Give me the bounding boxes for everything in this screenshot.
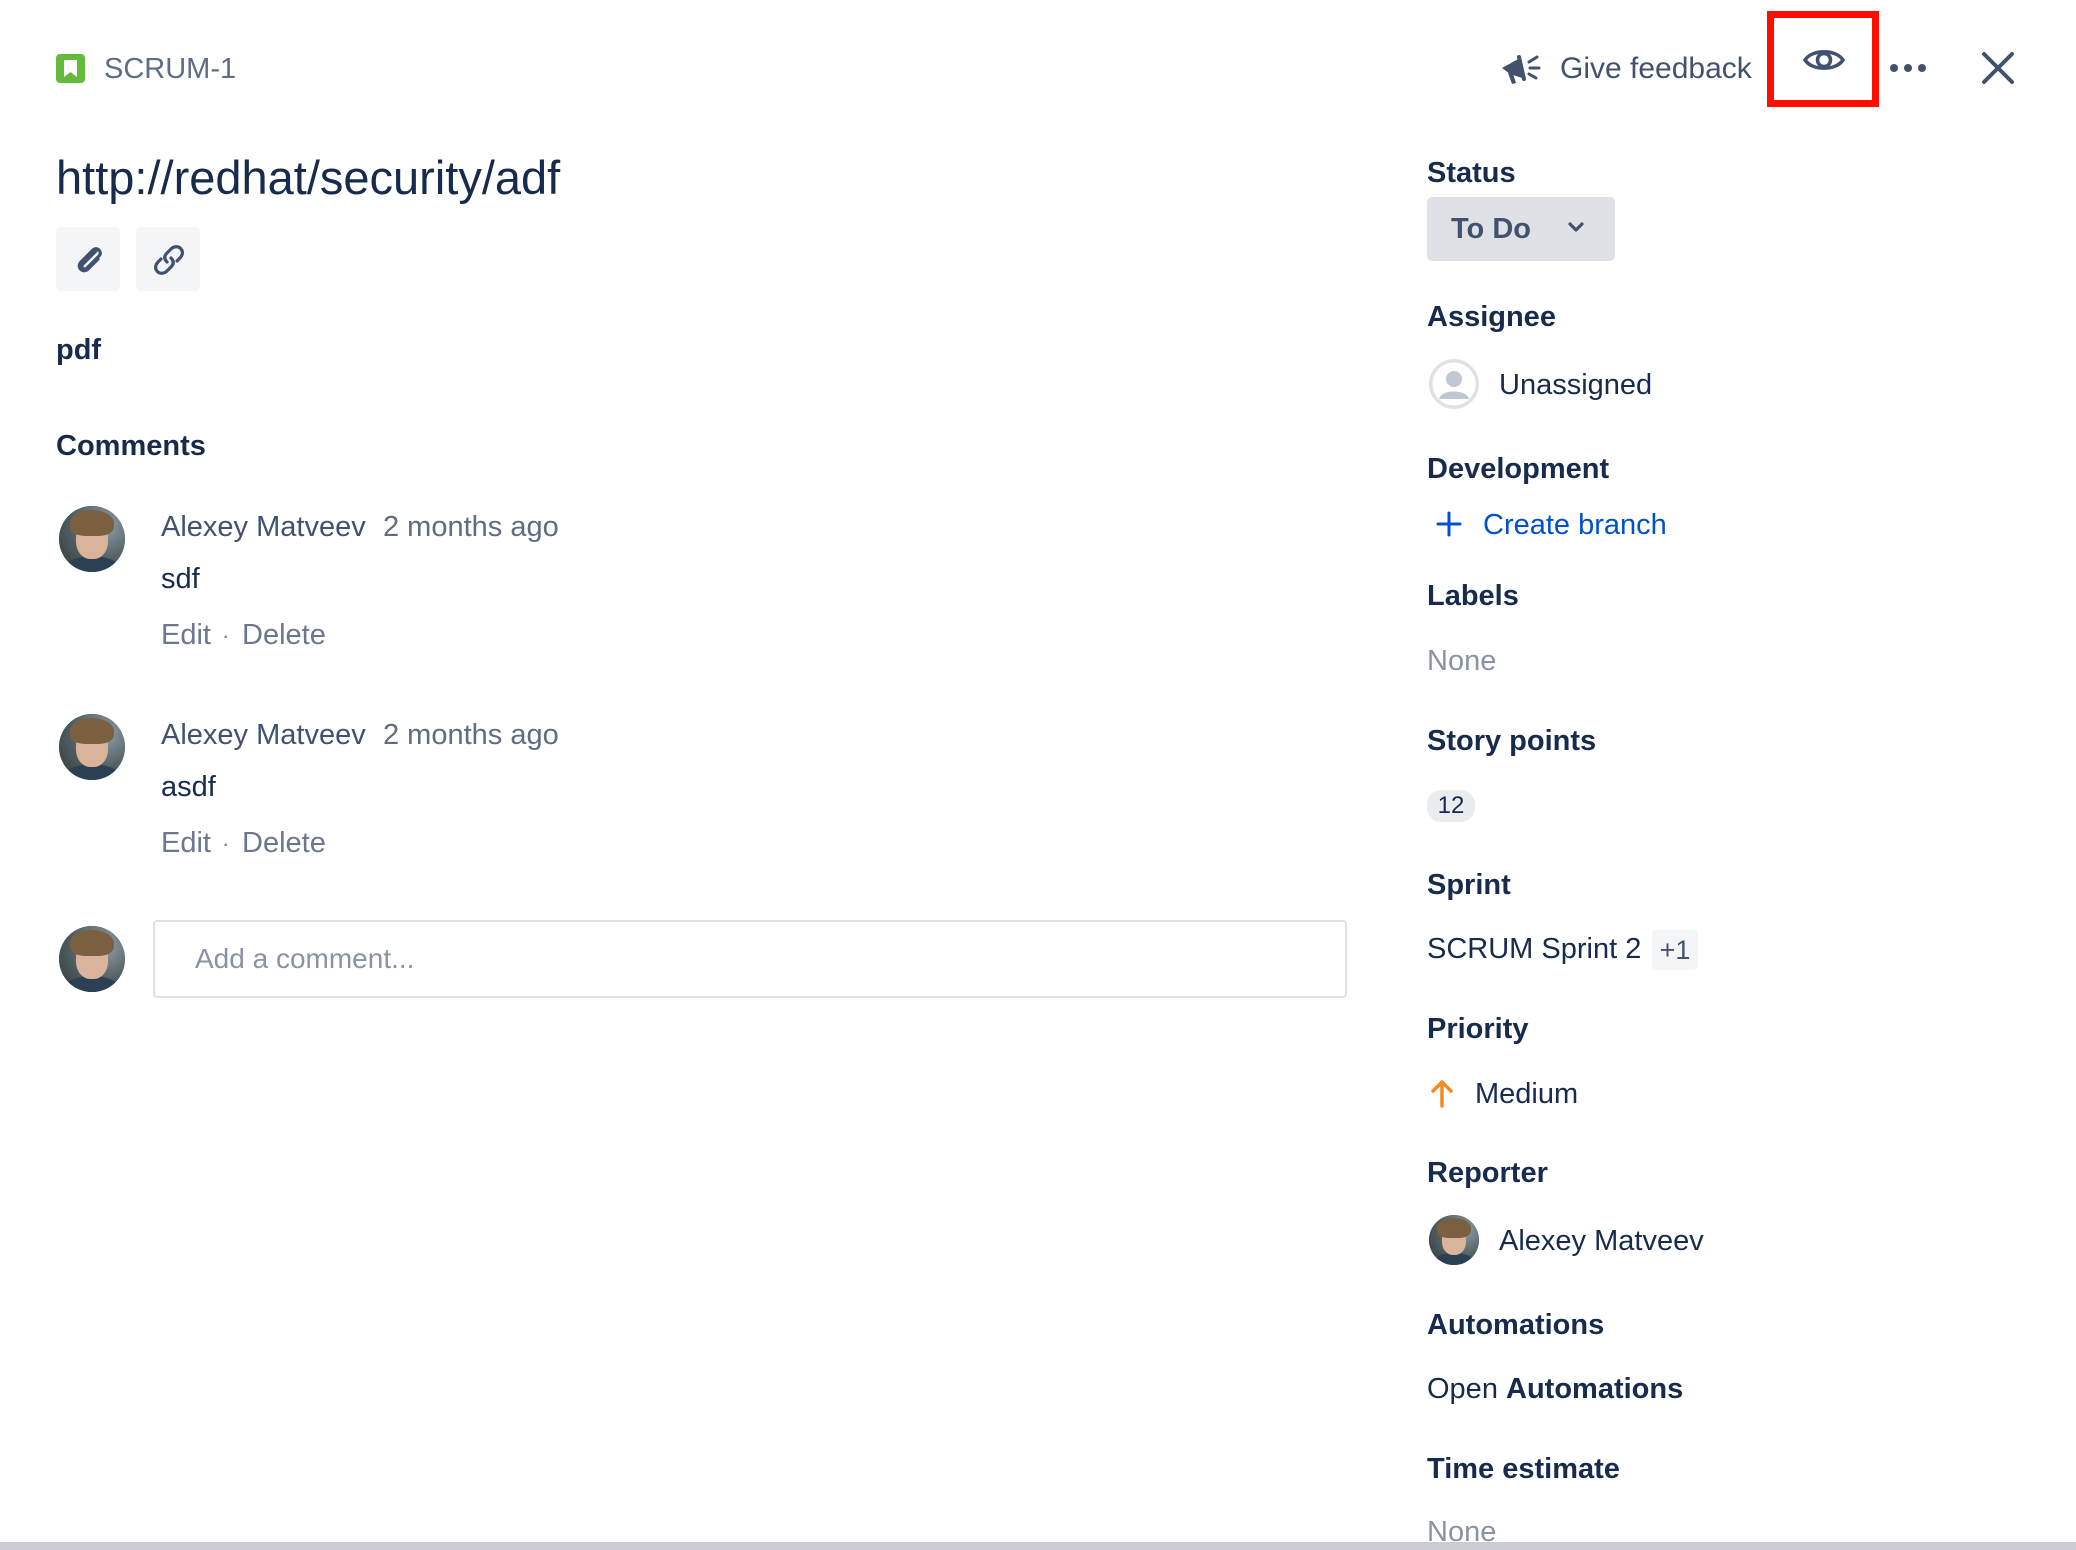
development-label: Development xyxy=(1427,453,1610,485)
unassigned-avatar-icon[interactable] xyxy=(1429,359,1479,409)
comments-heading: Comments xyxy=(56,430,206,462)
open-automations-link[interactable]: Open Automations xyxy=(1427,1375,1683,1404)
eye-icon xyxy=(1802,50,1846,70)
bottom-border xyxy=(0,1542,2076,1550)
issue-detail-panel: SCRUM-1 Give feedback http://redhat/secu… xyxy=(0,0,2076,1550)
time-estimate-label: Time estimate xyxy=(1427,1453,1620,1485)
add-comment-input[interactable] xyxy=(153,920,1347,998)
delete-comment-button[interactable]: Delete xyxy=(242,621,326,650)
close-button[interactable] xyxy=(1978,48,2018,88)
comment-timestamp: 2 months ago xyxy=(383,511,559,543)
watch-button[interactable] xyxy=(1767,11,1879,107)
priority-value[interactable]: Medium xyxy=(1475,1080,1578,1109)
link-icon xyxy=(154,245,184,275)
issue-key-link[interactable]: SCRUM-1 xyxy=(104,55,236,84)
more-actions-button[interactable] xyxy=(1888,50,1928,86)
sprint-extra-badge[interactable]: +1 xyxy=(1652,930,1698,970)
story-points-label: Story points xyxy=(1427,725,1597,757)
avatar[interactable] xyxy=(59,506,125,572)
assignee-label: Assignee xyxy=(1427,301,1556,333)
link-bold-text: Automations xyxy=(1506,1373,1684,1405)
labels-label: Labels xyxy=(1427,580,1519,612)
story-points-badge[interactable]: 12 xyxy=(1427,790,1475,822)
comment-body: asdf xyxy=(161,771,216,803)
edit-comment-button[interactable]: Edit xyxy=(161,621,211,650)
plus-icon[interactable] xyxy=(1436,511,1462,542)
edit-comment-button[interactable]: Edit xyxy=(161,829,211,858)
reporter-label: Reporter xyxy=(1427,1157,1548,1189)
status-value: To Do xyxy=(1451,213,1531,245)
description-text[interactable]: pdf xyxy=(56,336,101,365)
labels-value[interactable]: None xyxy=(1427,647,1496,676)
avatar[interactable] xyxy=(59,714,125,780)
close-icon xyxy=(1982,52,2014,84)
assignee-value[interactable]: Unassigned xyxy=(1499,371,1652,400)
separator: · xyxy=(222,623,230,648)
paperclip-icon xyxy=(77,247,102,273)
give-feedback-button[interactable]: Give feedback xyxy=(1560,54,1752,84)
comment-author[interactable]: Alexey Matveev xyxy=(161,721,366,750)
priority-label: Priority xyxy=(1427,1013,1529,1045)
more-icon xyxy=(1890,64,1926,72)
issue-title[interactable]: http://redhat/security/adf xyxy=(56,154,560,201)
status-label: Status xyxy=(1427,157,1516,189)
sprint-value[interactable]: SCRUM Sprint 2 xyxy=(1427,935,1641,964)
chevron-down-icon xyxy=(1568,222,1584,232)
avatar xyxy=(59,926,125,992)
delete-comment-button[interactable]: Delete xyxy=(242,829,326,858)
status-dropdown[interactable]: To Do xyxy=(1427,197,1615,261)
sprint-label: Sprint xyxy=(1427,869,1511,901)
link-prefix: Open xyxy=(1427,1373,1498,1405)
comment-author[interactable]: Alexey Matveev xyxy=(161,513,366,542)
reporter-value[interactable]: Alexey Matveev xyxy=(1499,1227,1704,1256)
separator: · xyxy=(222,831,230,856)
create-branch-link[interactable]: Create branch xyxy=(1483,511,1667,540)
comment-body: sdf xyxy=(161,563,200,595)
story-icon xyxy=(56,54,85,83)
avatar[interactable] xyxy=(1429,1215,1479,1265)
automations-label: Automations xyxy=(1427,1309,1605,1341)
comment-timestamp: 2 months ago xyxy=(383,719,559,751)
megaphone-icon[interactable] xyxy=(1498,48,1542,93)
attach-button[interactable] xyxy=(56,227,120,291)
arrow-up-icon xyxy=(1430,1078,1454,1113)
link-button[interactable] xyxy=(136,227,200,291)
